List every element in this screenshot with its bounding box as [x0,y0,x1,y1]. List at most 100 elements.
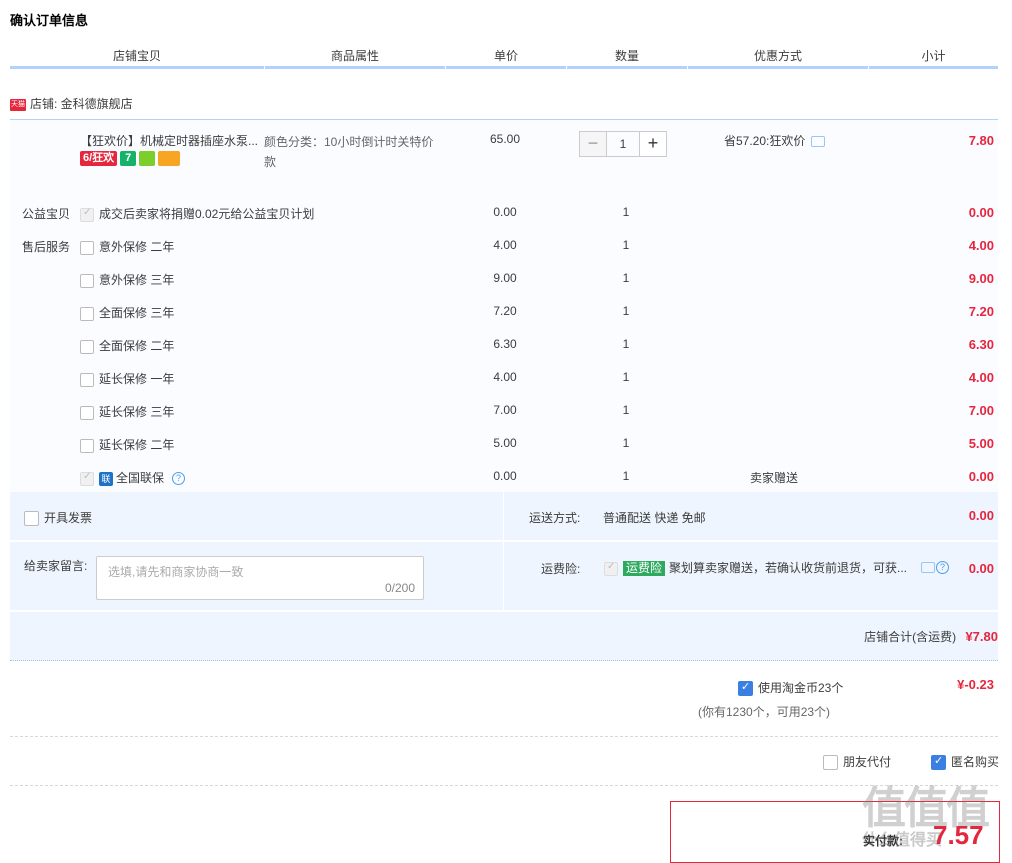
shop-total-band [10,612,998,661]
charity-qty: 1 [622,205,630,219]
service-price: 7.20 [493,304,517,318]
anonymous-checkbox[interactable] [931,754,946,771]
header-subtotal: 小计 [869,46,998,69]
coins-option[interactable]: 使用淘金币23个 [738,679,844,697]
header-attr: 商品属性 [265,46,445,69]
service-price: 6.30 [493,337,517,351]
insurance-text: 聚划算卖家赠送，若确认收货前退货，可获... [669,561,908,575]
message-count: 0/200 [384,581,415,595]
shipping-method: 普通配送 快递 免邮 [603,511,706,525]
friend-pay-option[interactable]: 朋友代付 [823,753,891,771]
insurance-badge: 运费险 [623,561,666,577]
guarantee-icon [139,151,156,166]
header-discount: 优惠方式 [688,46,868,69]
charity-price: 0.00 [493,205,517,219]
qty-minus-button[interactable]: − [579,131,607,157]
service-checkbox[interactable] [80,306,94,321]
charity-text: 成交后卖家将捐赠0.02元给公益宝贝计划 [99,207,315,221]
header-qty: 数量 [567,46,687,69]
service-checkbox[interactable] [80,438,94,453]
invoice-shipping-band [10,492,998,540]
page-title: 确认订单信息 [10,13,89,28]
service-option[interactable]: 延长保修 一年 [80,370,174,387]
header-shop-item: 店铺宝贝 [10,46,264,69]
service-subtotal: 4.00 [968,370,994,385]
service-name: 全面保修 三年 [99,306,175,320]
shop-row: 天猫 店铺: 金科德旗舰店 [10,95,133,112]
insurance-amount: 0.00 [968,561,994,576]
invoice-option[interactable]: 开具发票 [24,509,93,527]
coins-label: 使用淘金币23个 [758,681,844,695]
shop-name[interactable]: 店铺: 金科德旗舰店 [30,97,133,111]
lianbao-qty: 1 [622,469,630,483]
service-qty: 1 [622,238,630,252]
service-option[interactable]: 全面保修 二年 [80,337,174,354]
service-option[interactable]: 延长保修 二年 [80,436,174,453]
watermark-text: 什么值得买 [862,832,943,849]
product-attr: 颜色分类：10小时倒计时关特价款 [264,135,434,169]
service-price: 9.00 [493,271,517,285]
service-option[interactable]: 延长保修 三年 [80,403,174,420]
service-qty: 1 [622,436,630,450]
service-checkbox[interactable] [80,372,94,387]
service-name: 意外保修 三年 [99,273,175,287]
service-checkbox[interactable] [80,240,94,255]
service-checkbox[interactable] [80,273,94,288]
lianbao-price: 0.00 [493,469,517,483]
service-checkbox[interactable] [80,405,94,420]
invoice-label: 开具发票 [44,511,93,525]
divider [10,785,998,786]
service-name: 延长保修 一年 [99,372,175,386]
lianbao-gift: 卖家赠送 [749,471,798,485]
service-subtotal: 7.20 [968,304,994,319]
help-icon[interactable]: ? [172,472,186,486]
shipping-label: 运送方式: [529,511,581,525]
anonymous-label: 匿名购买 [951,755,1000,769]
lianbao-checkbox [80,471,94,486]
service-checkbox[interactable] [80,339,94,354]
table-header: 店铺宝贝 商品属性 单价 数量 优惠方式 小计 [10,46,998,69]
service-option[interactable]: 意外保修 三年 [80,271,174,288]
message-placeholder: 选填,请先和商家协商一致 [108,565,244,579]
lianbao-option: 联全国联保? [80,469,186,486]
service-qty: 1 [622,271,630,285]
service-subtotal: 5.00 [968,436,994,451]
shipping-amount: 0.00 [968,508,994,523]
credit-card-icon [158,151,181,166]
lianbao-icon: 联 [99,471,113,486]
product-discount: 省57.20:狂欢价 [724,132,826,149]
service-qty: 1 [622,370,630,384]
friend-pay-checkbox[interactable] [823,755,838,771]
service-option[interactable]: 意外保修 二年 [80,238,174,255]
invoice-checkbox[interactable] [24,511,39,527]
header-price: 单价 [446,46,566,69]
service-price: 7.00 [493,403,517,417]
insurance-label: 运费险: [541,562,581,576]
carnival-61-icon: 6/狂欢 [80,151,118,166]
service-qty: 1 [622,403,630,417]
product-price: 65.00 [489,132,521,146]
service-subtotal: 6.30 [968,337,994,352]
charity-label: 公益宝贝 [21,207,70,221]
chat-icon[interactable] [811,136,826,148]
service-name: 全面保修 二年 [99,339,175,353]
service-option[interactable]: 全面保修 三年 [80,304,174,321]
service-qty: 1 [622,337,630,351]
service-subtotal: 9.00 [968,271,994,286]
charity-subtotal: 0.00 [968,205,994,220]
anonymous-option[interactable]: 匿名购买 [931,753,1000,771]
quantity-stepper: −1 + [579,131,667,157]
qty-input[interactable]: 1 [607,131,639,157]
service-label: 售后服务 [21,240,70,254]
service-subtotal: 4.00 [968,238,994,253]
shop-total-amount: ¥7.80 [965,629,998,644]
coins-amount: ¥-0.23 [957,677,994,692]
qty-plus-button[interactable]: + [639,131,667,157]
product-badges: 6/狂欢 7 [80,151,181,167]
seven-day-return-icon: 7 [120,151,137,166]
charity-option: 成交后卖家将捐赠0.02元给公益宝贝计划 [80,205,314,222]
coins-checkbox[interactable] [738,680,753,697]
message-input[interactable]: 选填,请先和商家协商一致 0/200 [96,556,424,600]
shop-total: 店铺合计(含运费) ¥7.80 [864,628,998,645]
product-title[interactable]: 【狂欢价】机械定时器插座水泵... [80,132,260,149]
